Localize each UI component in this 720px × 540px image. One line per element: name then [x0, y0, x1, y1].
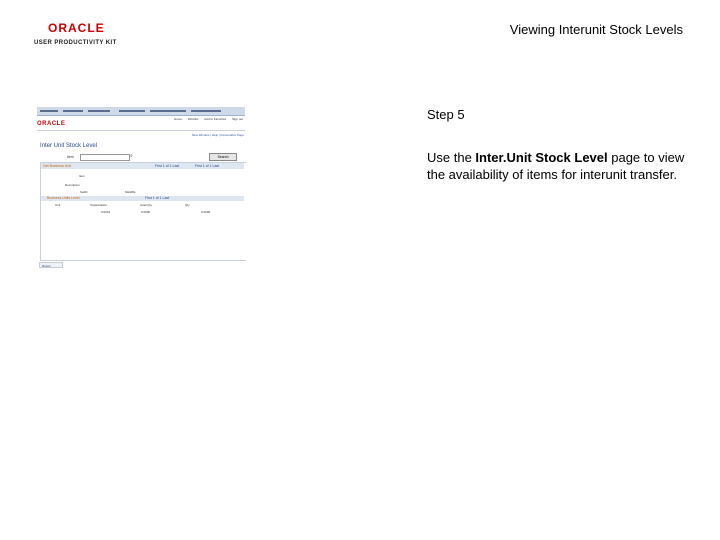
- menu-bar: [37, 107, 245, 116]
- logo-brand: ORACLE: [48, 21, 105, 35]
- bu-section-label: Business Units Level: [47, 196, 80, 200]
- search-button[interactable]: Search: [209, 153, 237, 161]
- application-screenshot: Home Worklist Add to Favorites Sign out …: [35, 104, 246, 272]
- item-row-label: Item: [79, 174, 85, 178]
- col-header-unit: Unit: [55, 203, 61, 207]
- col-header-qty: Qty: [185, 203, 190, 207]
- lookup-icon[interactable]: ⌕: [130, 153, 133, 159]
- sign-out-link[interactable]: Sign out: [232, 117, 243, 121]
- page-links: New Window | Help | Personalize Page: [191, 133, 244, 137]
- col-header-avail: Avail Qty: [140, 203, 152, 207]
- item-label: Item: [67, 155, 74, 159]
- oracle-upk-logo: ORACLE USER PRODUCTIVITY KIT: [34, 22, 134, 47]
- help-link[interactable]: Help: [212, 133, 218, 137]
- bu-nav[interactable]: First 1 of 1 Last: [145, 196, 169, 200]
- col-header-org: Organization: [90, 203, 108, 207]
- unit-nav-2[interactable]: First 1 of 1 Last: [195, 164, 219, 168]
- instruction-page-name: Inter.Unit Stock Level: [475, 150, 608, 165]
- unit-nav[interactable]: First 1 of 1 Last: [155, 164, 179, 168]
- row-avail: 0.0000: [141, 210, 151, 214]
- description-row-label: Description: [65, 183, 81, 187]
- worklist-link[interactable]: Worklist: [188, 117, 199, 121]
- row-unit: US001: [101, 210, 111, 214]
- add-favorites-link[interactable]: Add to Favorites: [204, 117, 226, 121]
- top-links: Home Worklist Add to Favorites Sign out: [169, 117, 243, 121]
- setid-row-label: SetID: [80, 190, 88, 194]
- divider: [37, 130, 245, 131]
- home-link[interactable]: Home: [174, 117, 182, 121]
- new-window-link[interactable]: New Window: [192, 133, 210, 137]
- logo-product: USER PRODUCTIVITY KIT: [34, 40, 117, 46]
- return-button[interactable]: Return: [39, 262, 63, 268]
- instruction-prefix: Use the: [427, 150, 476, 165]
- step-label: Step 5: [427, 107, 465, 122]
- setid-value: SHARE: [125, 190, 136, 194]
- instruction-text: Use the Inter.Unit Stock Level page to v…: [427, 149, 687, 183]
- item-input[interactable]: [80, 154, 130, 161]
- personalize-link[interactable]: Personalize Page: [220, 133, 244, 137]
- row-qty: 0.0000: [201, 210, 211, 214]
- app-page-title: Inter Unit Stock Level: [40, 143, 98, 149]
- app-logo: ORACLE: [37, 121, 66, 127]
- section-label: Get Business Unit: [43, 164, 72, 168]
- page-title: Viewing Interunit Stock Levels: [509, 22, 683, 37]
